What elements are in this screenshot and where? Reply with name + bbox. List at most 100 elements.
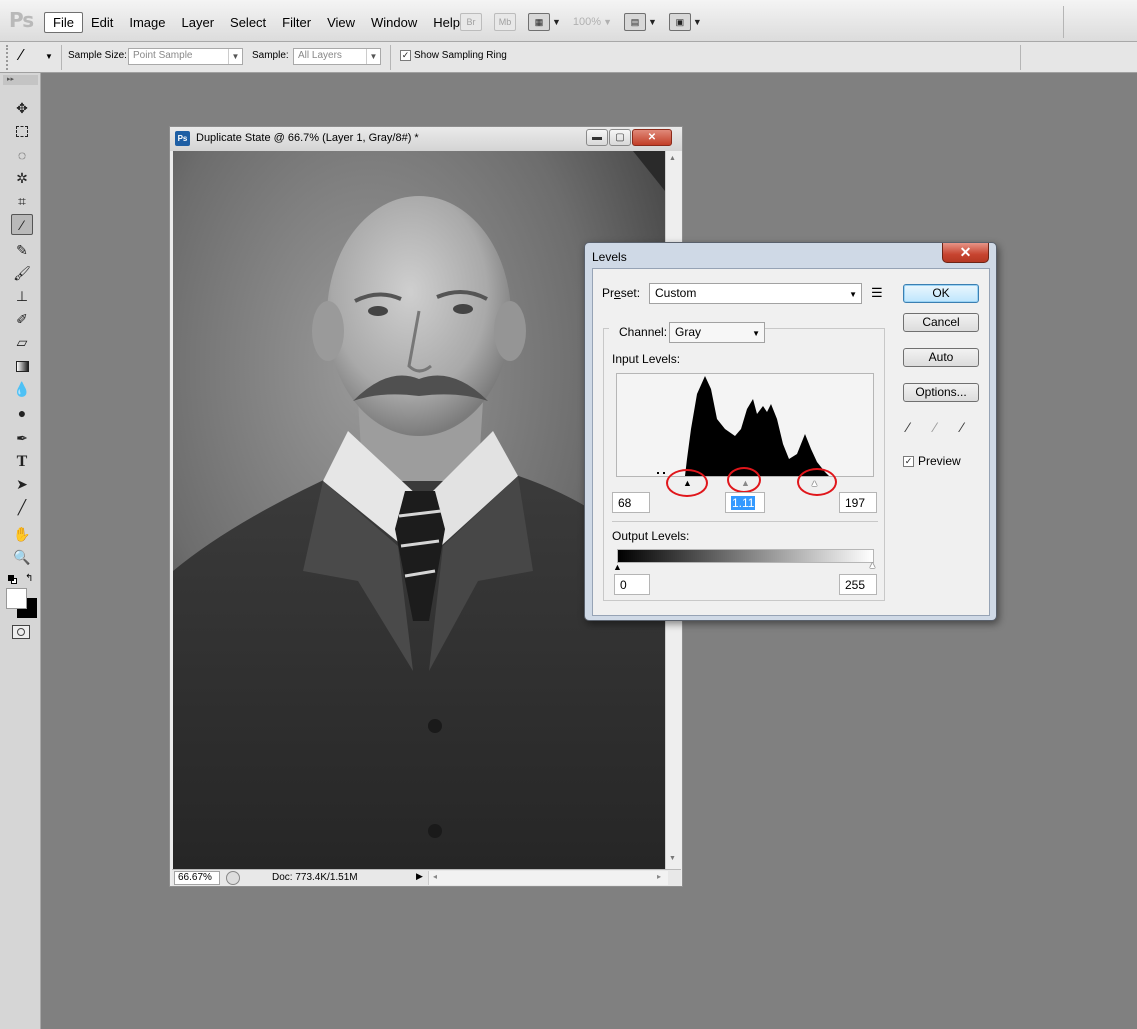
dodge-icon[interactable]: ● <box>11 402 33 423</box>
mini-bridge-icon[interactable]: Mb <box>494 13 516 31</box>
channel-label: Channel: <box>609 325 672 339</box>
arrange-documents-menu[interactable]: ▤ ▼ <box>623 13 657 31</box>
chevron-down-icon: ▼ <box>752 329 760 338</box>
white-eyedropper-icon[interactable]: ⁄ <box>961 419 963 435</box>
line-icon[interactable]: ╱ <box>11 497 33 518</box>
default-colors-icon[interactable] <box>8 575 17 584</box>
chevron-down-icon[interactable]: ▼ <box>45 52 53 61</box>
sample-size-label: Sample Size: <box>68 50 127 61</box>
preview-checkbox[interactable]: ✓ <box>903 455 914 467</box>
preview-option[interactable]: ✓ Preview <box>903 454 961 468</box>
status-info-icon[interactable] <box>226 871 240 885</box>
options-divider <box>390 45 391 70</box>
chevron-down-icon: ▼ <box>603 17 612 27</box>
input-levels-label: Input Levels: <box>612 352 681 366</box>
black-eyedropper-icon[interactable]: ⁄ <box>907 419 909 435</box>
cancel-button[interactable]: Cancel <box>903 313 979 332</box>
menu-bar: Ps File Edit Image Layer Select Filter V… <box>0 0 1137 42</box>
maximize-button[interactable]: ▢ <box>609 129 631 146</box>
path-select-icon[interactable]: ➤ <box>11 474 33 495</box>
preset-label: Preset: <box>602 286 641 300</box>
bridge-icon[interactable]: Br <box>460 13 482 31</box>
hand-icon[interactable]: ✋ <box>11 524 33 545</box>
scroll-right-icon[interactable]: ▸ <box>657 872 661 881</box>
zoom-level-menu[interactable]: 100% ▼ <box>573 16 612 28</box>
menu-image[interactable]: Image <box>121 13 173 32</box>
options-button[interactable]: Options... <box>903 383 979 402</box>
screen-mode-menu[interactable]: ▣ ▼ <box>668 13 702 31</box>
preset-select[interactable]: Custom ▼ <box>649 283 862 304</box>
pen-icon[interactable]: ✒ <box>11 428 33 449</box>
marquee-icon[interactable] <box>11 121 33 142</box>
menu-view[interactable]: View <box>319 13 363 32</box>
sample-layers-select[interactable]: All Layers ▼ <box>293 48 381 65</box>
document-title-bar[interactable]: Ps Duplicate State @ 66.7% (Layer 1, Gra… <box>170 127 682 151</box>
preset-options-icon[interactable]: ☰ <box>871 285 883 301</box>
view-extras-menu[interactable]: ▦ ▼ <box>528 13 561 31</box>
sample-size-select[interactable]: Point Sample ▼ <box>128 48 243 65</box>
eyedropper-icon[interactable]: ⁄ <box>11 214 33 235</box>
photoshop-logo: Ps <box>9 8 34 32</box>
chevron-down-icon: ▼ <box>849 290 857 299</box>
gradient-icon[interactable] <box>11 356 33 377</box>
chevron-down-icon: ▼ <box>647 17 657 27</box>
input-gamma-value: 1.11 <box>731 496 756 510</box>
arrange-icon: ▤ <box>623 13 646 31</box>
quick-select-icon[interactable]: ✲ <box>11 168 33 189</box>
channel-select[interactable]: Gray ▼ <box>669 322 765 343</box>
eraser-icon[interactable]: ▱ <box>11 332 33 353</box>
input-gamma-field[interactable]: 1.11 <box>725 492 765 513</box>
output-gradient-bar <box>617 549 874 563</box>
histogram-graph <box>657 376 829 476</box>
levels-body: Preset: Custom ▼ ☰ Channel: Gray ▼ Input… <box>592 268 990 616</box>
toolbox-collapse-icon[interactable]: ▸▸ <box>3 75 38 85</box>
zoom-field[interactable]: 66.67% <box>174 871 220 885</box>
move-icon[interactable]: ✥ <box>11 98 33 119</box>
minimize-button[interactable]: ▬ <box>586 129 608 146</box>
type-icon[interactable]: T <box>11 451 33 472</box>
options-bar-grip[interactable] <box>6 45 11 70</box>
show-sampling-ring-option[interactable]: ✓ Show Sampling Ring <box>400 50 507 61</box>
healing-brush-icon[interactable]: ✎ <box>11 240 33 261</box>
output-black-field[interactable]: 0 <box>614 574 650 595</box>
swap-colors-icon[interactable]: ↰ <box>25 573 33 584</box>
input-black-field[interactable]: 68 <box>612 492 650 513</box>
menu-layer[interactable]: Layer <box>174 13 223 32</box>
output-white-field[interactable]: 255 <box>839 574 877 595</box>
output-white-slider[interactable]: ▲ <box>868 561 877 570</box>
chevron-down-icon: ▼ <box>552 17 561 27</box>
sample-label: Sample: <box>252 50 289 61</box>
scroll-up-icon[interactable]: ▲ <box>669 155 676 162</box>
gray-eyedropper-icon[interactable]: ⁄ <box>934 419 936 435</box>
eyedropper-preset-icon[interactable]: ⁄ <box>20 47 23 65</box>
blur-icon[interactable]: 💧 <box>11 379 33 400</box>
sample-size-value: Point Sample <box>133 50 193 61</box>
sample-layers-value: All Layers <box>298 50 342 61</box>
menu-filter[interactable]: Filter <box>274 13 319 32</box>
output-black-slider[interactable]: ▲ <box>613 563 622 572</box>
show-sampling-ring-checkbox[interactable]: ✓ <box>400 50 411 61</box>
chevron-down-icon: ▼ <box>366 49 380 64</box>
brush-icon[interactable]: 🖌 <box>11 263 33 284</box>
menu-select[interactable]: Select <box>222 13 274 32</box>
close-button[interactable]: ✕ <box>632 129 672 146</box>
crop-icon[interactable]: ⌗ <box>11 191 33 212</box>
history-brush-icon[interactable]: ✐ <box>11 309 33 330</box>
menu-file[interactable]: File <box>44 11 83 33</box>
clone-stamp-icon[interactable]: ⊥ <box>11 286 33 307</box>
input-white-field[interactable]: 197 <box>839 492 877 513</box>
auto-button[interactable]: Auto <box>903 348 979 367</box>
menubar-divider <box>1063 6 1064 38</box>
menu-window[interactable]: Window <box>363 13 425 32</box>
zoom-icon[interactable]: 🔍 <box>11 547 33 568</box>
scroll-left-icon[interactable]: ◂ <box>433 872 437 881</box>
foreground-color-swatch[interactable] <box>6 588 27 609</box>
scroll-down-icon[interactable]: ▼ <box>669 855 676 862</box>
status-menu-arrow-icon[interactable]: ▶ <box>416 871 423 882</box>
ok-button[interactable]: OK <box>903 284 979 303</box>
levels-close-button[interactable]: ✕ <box>942 243 989 263</box>
quick-mask-icon[interactable] <box>12 625 30 639</box>
lasso-icon[interactable]: ◌ <box>11 144 33 165</box>
horizontal-scrollbar[interactable]: ◂ ▸ <box>428 871 668 885</box>
menu-edit[interactable]: Edit <box>83 13 121 32</box>
